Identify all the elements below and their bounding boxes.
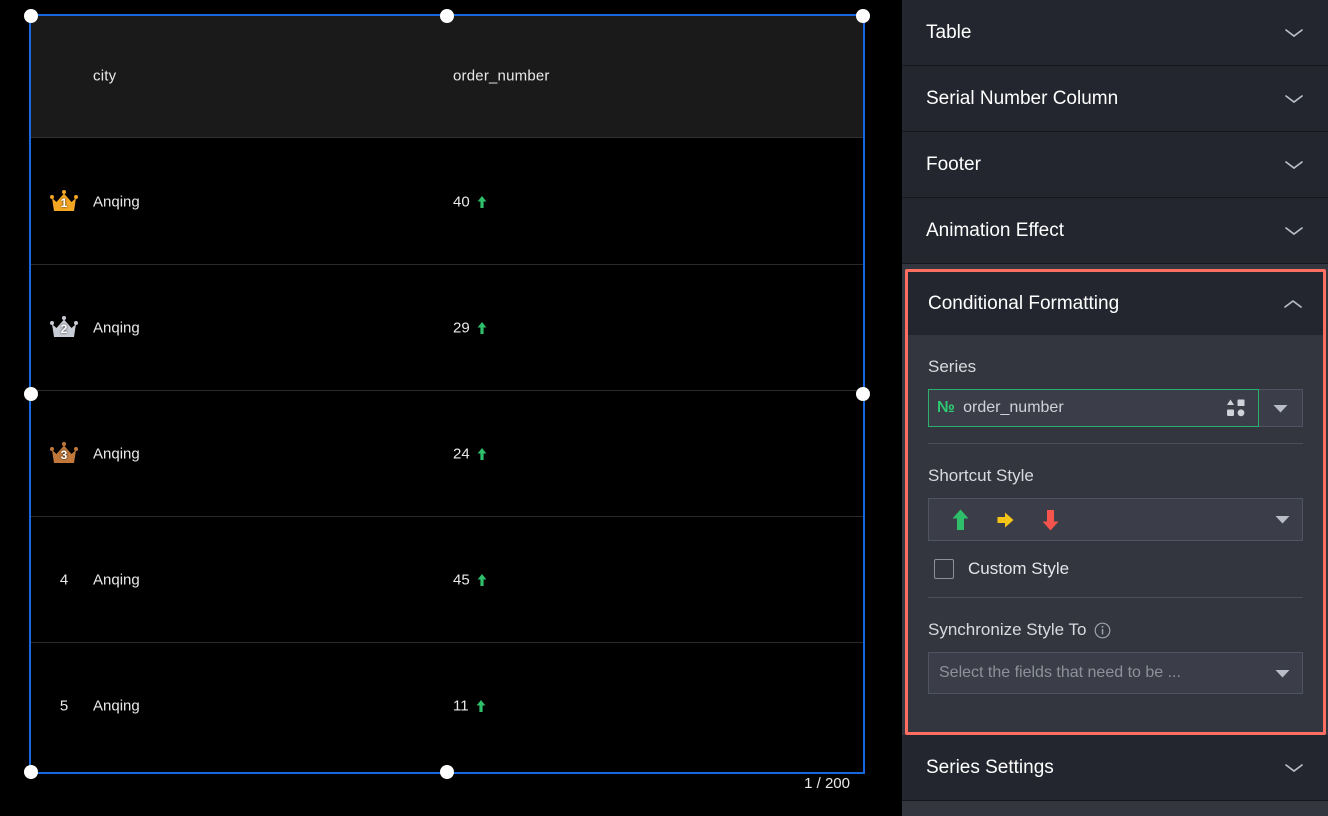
report-canvas[interactable]: city order_number 1 Anqing 40 2 Anqing 29 3 Anq… <box>0 0 902 816</box>
chevron-down-icon[interactable] <box>1284 762 1304 774</box>
cell-order-number: 11 <box>453 698 486 715</box>
table-row[interactable]: 4 Anqing 45 <box>29 517 865 643</box>
panel-section-header[interactable]: Series Settings <box>902 735 1328 800</box>
row-rank: 5 <box>43 698 85 715</box>
conditional-formatting-header[interactable]: Conditional Formatting <box>908 272 1323 335</box>
cell-order-number-value: 11 <box>453 698 469 715</box>
column-header-order-number[interactable]: order_number <box>453 67 550 84</box>
pagination-indicator[interactable]: 1 / 200 <box>690 775 850 792</box>
bronze-crown-icon: 3 <box>49 441 79 467</box>
table-row[interactable]: 1 Anqing 40 <box>29 139 865 265</box>
panel-section-title: Serial Number Column <box>926 88 1284 110</box>
panel-section-series-settings[interactable]: Series Settings <box>902 735 1328 801</box>
panel-section-title: Animation Effect <box>926 220 1284 242</box>
table-header-row: city order_number <box>29 14 865 138</box>
down-arrow-red-icon <box>1041 508 1060 532</box>
panel-section-title: Series Settings <box>926 757 1284 779</box>
table-widget[interactable]: city order_number 1 Anqing 40 2 Anqing 29 3 Anq… <box>29 14 865 774</box>
trend-up-icon <box>477 195 487 208</box>
trend-up-icon <box>477 447 487 460</box>
table-body: 1 Anqing 40 2 Anqing 29 3 Anqing 24 4 Anqing 45 5 Anq… <box>29 139 865 774</box>
silver-crown-icon: 2 <box>49 315 79 341</box>
panel-section-header[interactable]: Animation Effect <box>902 198 1328 263</box>
synchronize-caret-down-icon[interactable] <box>1275 669 1290 678</box>
row-rank: 4 <box>43 571 85 588</box>
trend-up-icon <box>476 700 486 713</box>
column-header-city[interactable]: city <box>93 67 116 84</box>
series-select-row[interactable]: № order_number <box>928 389 1303 427</box>
synchronize-style-select[interactable]: Select the fields that need to be ... <box>928 652 1303 694</box>
table-row[interactable]: 3 Anqing 24 <box>29 391 865 517</box>
series-dropdown-button[interactable] <box>1259 389 1303 427</box>
conditional-formatting-title: Conditional Formatting <box>928 293 1283 315</box>
cell-order-number: 45 <box>453 571 487 588</box>
cell-order-number: 24 <box>453 445 487 462</box>
panel-section-footer[interactable]: Footer <box>902 132 1328 198</box>
row-rank: 1 <box>43 189 85 215</box>
panel-section-header[interactable]: Footer <box>902 132 1328 197</box>
chevron-up-icon[interactable] <box>1283 298 1303 310</box>
trend-up-icon <box>477 321 487 334</box>
cell-order-number-value: 29 <box>453 319 470 336</box>
cell-city: Anqing <box>93 698 140 715</box>
number-sign-icon: № <box>937 399 955 417</box>
cell-city: Anqing <box>93 445 140 462</box>
chevron-down-icon[interactable] <box>1284 27 1304 39</box>
table-row[interactable]: 2 Anqing 29 <box>29 265 865 391</box>
series-label: Series <box>928 335 1303 389</box>
synchronize-style-label: Synchronize Style To <box>928 620 1086 640</box>
synchronize-style-placeholder: Select the fields that need to be ... <box>939 664 1275 682</box>
panel-section-list-top: Table Serial Number Column Footer Animation… <box>902 0 1328 264</box>
caret-down-icon <box>1273 404 1288 413</box>
right-arrow-yellow-icon <box>996 508 1015 532</box>
panel-section-list-bottom: Series Settings <box>902 735 1328 801</box>
panel-section-title: Table <box>926 22 1284 44</box>
cell-city: Anqing <box>93 571 140 588</box>
trend-up-icon <box>477 573 487 586</box>
row-rank: 2 <box>43 315 85 341</box>
chevron-down-icon[interactable] <box>1284 159 1304 171</box>
series-value: order_number <box>963 399 1226 417</box>
panel-section-animation-effect[interactable]: Animation Effect <box>902 198 1328 264</box>
shapes-icon[interactable] <box>1226 398 1248 418</box>
panel-section-header[interactable]: Table <box>902 0 1328 65</box>
cell-city: Anqing <box>93 193 140 210</box>
panel-section-serial-number-column[interactable]: Serial Number Column <box>902 66 1328 132</box>
table-row[interactable]: 5 Anqing 11 <box>29 643 865 769</box>
shortcut-style-select[interactable] <box>928 498 1303 541</box>
cell-order-number-value: 24 <box>453 445 470 462</box>
gold-crown-icon: 1 <box>49 189 79 215</box>
conditional-formatting-body: Series № order_number <box>908 335 1323 694</box>
chevron-down-icon[interactable] <box>1284 93 1304 105</box>
shortcut-style-label: Shortcut Style <box>928 444 1303 498</box>
cell-order-number-value: 45 <box>453 571 470 588</box>
conditional-formatting-section[interactable]: Conditional Formatting Series № order_nu… <box>905 269 1326 735</box>
custom-style-row[interactable]: Custom Style <box>928 541 1303 597</box>
series-select[interactable]: № order_number <box>928 389 1259 427</box>
panel-section-header[interactable]: Serial Number Column <box>902 66 1328 131</box>
cell-city: Anqing <box>93 319 140 336</box>
cell-order-number: 40 <box>453 193 487 210</box>
panel-section-table[interactable]: Table <box>902 0 1328 66</box>
synchronize-style-label-row: Synchronize Style To <box>928 598 1303 652</box>
shortcut-style-caret-down-icon[interactable] <box>1275 515 1290 524</box>
custom-style-label: Custom Style <box>968 559 1069 579</box>
up-arrow-green-icon <box>951 508 970 532</box>
row-rank: 3 <box>43 441 85 467</box>
settings-panel[interactable]: Table Serial Number Column Footer Animation… <box>902 0 1328 816</box>
custom-style-checkbox[interactable] <box>934 559 954 579</box>
panel-section-title: Footer <box>926 154 1284 176</box>
chevron-down-icon[interactable] <box>1284 225 1304 237</box>
cell-order-number: 29 <box>453 319 487 336</box>
cell-order-number-value: 40 <box>453 193 470 210</box>
screen: city order_number 1 Anqing 40 2 Anqing 29 3 Anq… <box>0 0 1328 816</box>
info-icon[interactable] <box>1094 622 1111 639</box>
